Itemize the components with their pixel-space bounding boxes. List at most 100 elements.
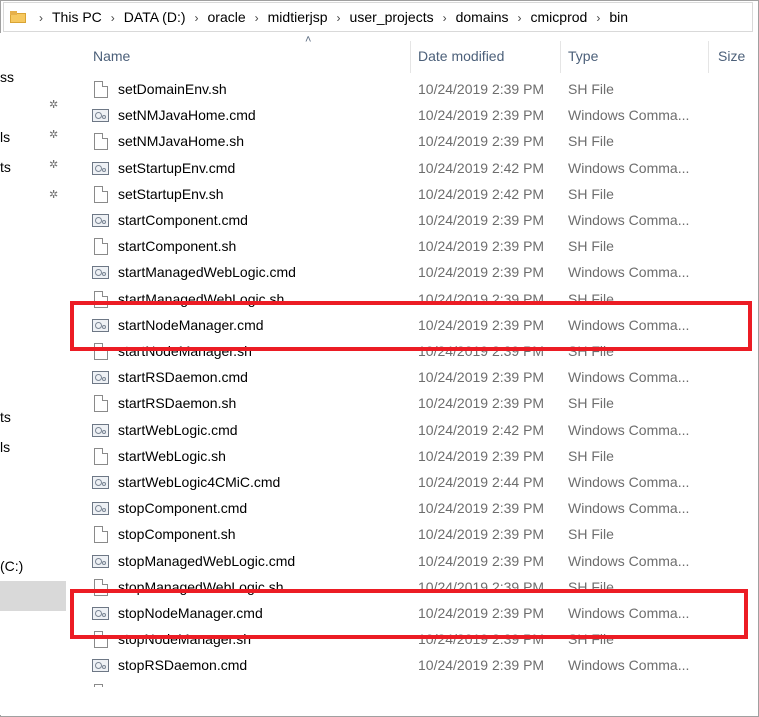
column-name-header[interactable]: Name [93,48,130,64]
batch-file-icon [92,266,109,280]
file-date: 10/24/2019 2:39 PM [418,343,545,359]
file-row[interactable]: startComponent.sh 10/24/2019 2:39 PM SH Fi… [67,234,759,260]
file-row[interactable]: setNMJavaHome.cmd 10/24/2019 2:39 PM Windo… [67,103,759,129]
chevron-right-icon[interactable]: › [509,11,531,25]
file-row[interactable]: startComponent.cmd 10/24/2019 2:39 PM Wind… [67,208,759,234]
column-divider[interactable] [560,41,561,73]
navigation-pane[interactable]: ✲ ✲ ✲ ✲ ss ls ts ts ls (C:) [0,33,67,715]
file-name: startNodeManager.sh [118,343,252,359]
batch-file-icon [92,423,109,437]
file-type: SH File [568,81,614,97]
file-row[interactable]: stopNodeManager.sh 10/24/2019 2:39 PM SH F… [67,627,759,653]
file-name: startManagedWebLogic.sh [118,290,285,307]
file-type: Windows Comma... [568,474,690,490]
breadcrumb-item[interactable]: midtierjsp [268,9,328,25]
file-row[interactable]: setStartupEnv.sh 10/24/2019 2:42 PM SH Fil… [67,182,759,208]
breadcrumb-item[interactable]: cmicprod [531,9,588,25]
breadcrumb-item[interactable]: user_projects [350,9,434,25]
file-date: 10/24/2019 2:39 PM [418,81,545,97]
file-name: setNMJavaHome.sh [118,133,245,150]
column-type-header[interactable]: Type [568,48,598,64]
file-type: Windows Comma... [568,107,690,124]
file-row[interactable]: stopRSDaemon.sh 10/24/2019 2:39 PM SH File [67,680,759,687]
breadcrumb-item[interactable]: domains [456,9,509,25]
pin-icon[interactable]: ✲ [49,189,61,201]
file-date: 10/24/2019 2:39 PM [418,500,545,517]
column-date-header[interactable]: Date modified [418,48,504,64]
chevron-right-icon[interactable]: › [587,11,609,25]
file-date: 10/24/2019 2:39 PM [418,107,545,124]
batch-file-icon [92,659,109,673]
file-row[interactable]: startRSDaemon.cmd 10/24/2019 2:39 PM Windo… [67,365,759,391]
nav-item-label[interactable]: ls [0,439,10,455]
pin-icon[interactable]: ✲ [49,159,61,171]
document-icon [94,578,108,596]
batch-file-icon [92,161,109,175]
column-divider[interactable] [708,41,709,73]
file-date: 10/24/2019 2:39 PM [418,133,545,150]
nav-item-label[interactable]: ts [0,159,11,175]
file-row[interactable]: startNodeManager.cmd 10/24/2019 2:39 PM Wi… [67,313,759,339]
file-name: startWebLogic.cmd [118,421,238,438]
nav-selected-item[interactable] [0,581,66,611]
file-row[interactable]: startNodeManager.sh 10/24/2019 2:39 PM SH … [67,339,759,365]
batch-file-icon [92,109,109,123]
batch-file-icon [92,502,109,516]
document-icon [94,683,108,687]
file-row[interactable]: stopManagedWebLogic.sh 10/24/2019 2:39 PM… [67,575,759,601]
file-date: 10/24/2019 2:42 PM [418,185,545,202]
column-size-header[interactable]: Size [718,48,745,64]
chevron-right-icon[interactable]: › [328,11,350,25]
file-row[interactable]: stopRSDaemon.cmd 10/24/2019 2:39 PM Window… [67,653,759,679]
file-date: 10/24/2019 2:39 PM [418,578,545,595]
nav-item-label[interactable]: ss [0,69,14,85]
address-bar[interactable]: › This PC › DATA (D:) › oracle › midtierjsp › use… [3,2,753,32]
file-name: setStartupEnv.cmd [118,159,236,176]
file-row[interactable]: startManagedWebLogic.sh 10/24/2019 2:39 P… [67,287,759,313]
file-list[interactable]: setDomainEnv.sh 10/24/2019 2:39 PM SH File… [67,77,759,687]
file-date: 10/24/2019 2:39 PM [418,290,545,307]
file-row[interactable]: setNMJavaHome.sh 10/24/2019 2:39 PM SH Fil… [67,129,759,155]
file-row[interactable]: stopComponent.sh 10/24/2019 2:39 PM SH Fil… [67,522,759,548]
file-name: startRSDaemon.sh [118,395,237,412]
file-row[interactable]: startWebLogic4CMiC.cmd 10/24/2019 2:44 PM… [67,470,759,496]
file-row[interactable]: stopManagedWebLogic.cmd 10/24/2019 2:39 P… [67,549,759,575]
breadcrumb-item[interactable]: oracle [208,9,246,25]
nav-item-label[interactable]: ts [0,409,11,425]
column-divider[interactable] [410,41,411,73]
breadcrumb-item[interactable]: DATA (D:) [124,9,186,25]
file-row[interactable]: setStartupEnv.cmd 10/24/2019 2:42 PM Windo… [67,156,759,182]
chevron-right-icon[interactable]: › [186,11,208,25]
pin-icon[interactable]: ✲ [49,99,61,111]
file-row[interactable]: startWebLogic.cmd 10/24/2019 2:42 PM Windo… [67,418,759,444]
file-date: 10/24/2019 2:39 PM [418,631,545,648]
file-row[interactable]: setDomainEnv.sh 10/24/2019 2:39 PM SH File [67,77,759,103]
chevron-right-icon[interactable]: › [30,11,52,25]
nav-item-label[interactable]: (C:) [0,558,23,574]
file-type: SH File [568,133,614,150]
breadcrumb-item[interactable]: bin [609,9,628,25]
chevron-right-icon[interactable]: › [434,11,456,25]
chevron-right-icon[interactable]: › [246,11,268,25]
nav-item-label[interactable]: ls [0,129,10,145]
file-name: stopRSDaemon.cmd [118,657,248,674]
batch-file-icon [92,476,109,489]
pin-icon[interactable]: ✲ [49,129,61,141]
file-row[interactable]: stopComponent.cmd 10/24/2019 2:39 PM Windo… [67,496,759,522]
file-name: setNMJavaHome.cmd [118,107,256,124]
file-type: SH File [568,395,614,412]
file-row[interactable]: startManagedWebLogic.cmd 10/24/2019 2:39 … [67,260,759,286]
document-icon [94,290,108,308]
file-date: 10/24/2019 2:39 PM [418,316,545,333]
breadcrumb-item[interactable]: This PC [52,9,102,25]
file-type: SH File [568,684,614,687]
file-name: stopNodeManager.sh [118,631,252,648]
file-date: 10/24/2019 2:39 PM [418,447,545,464]
file-row[interactable]: startRSDaemon.sh 10/24/2019 2:39 PM SH Fil… [67,391,759,417]
chevron-right-icon[interactable]: › [102,11,124,25]
batch-file-icon [92,318,109,332]
file-name: startWebLogic.sh [118,447,226,464]
file-row[interactable]: startWebLogic.sh 10/24/2019 2:39 PM SH Fil… [67,444,759,470]
file-date: 10/24/2019 2:39 PM [418,238,545,255]
file-row[interactable]: stopNodeManager.cmd 10/24/2019 2:39 PM Win… [67,601,759,627]
